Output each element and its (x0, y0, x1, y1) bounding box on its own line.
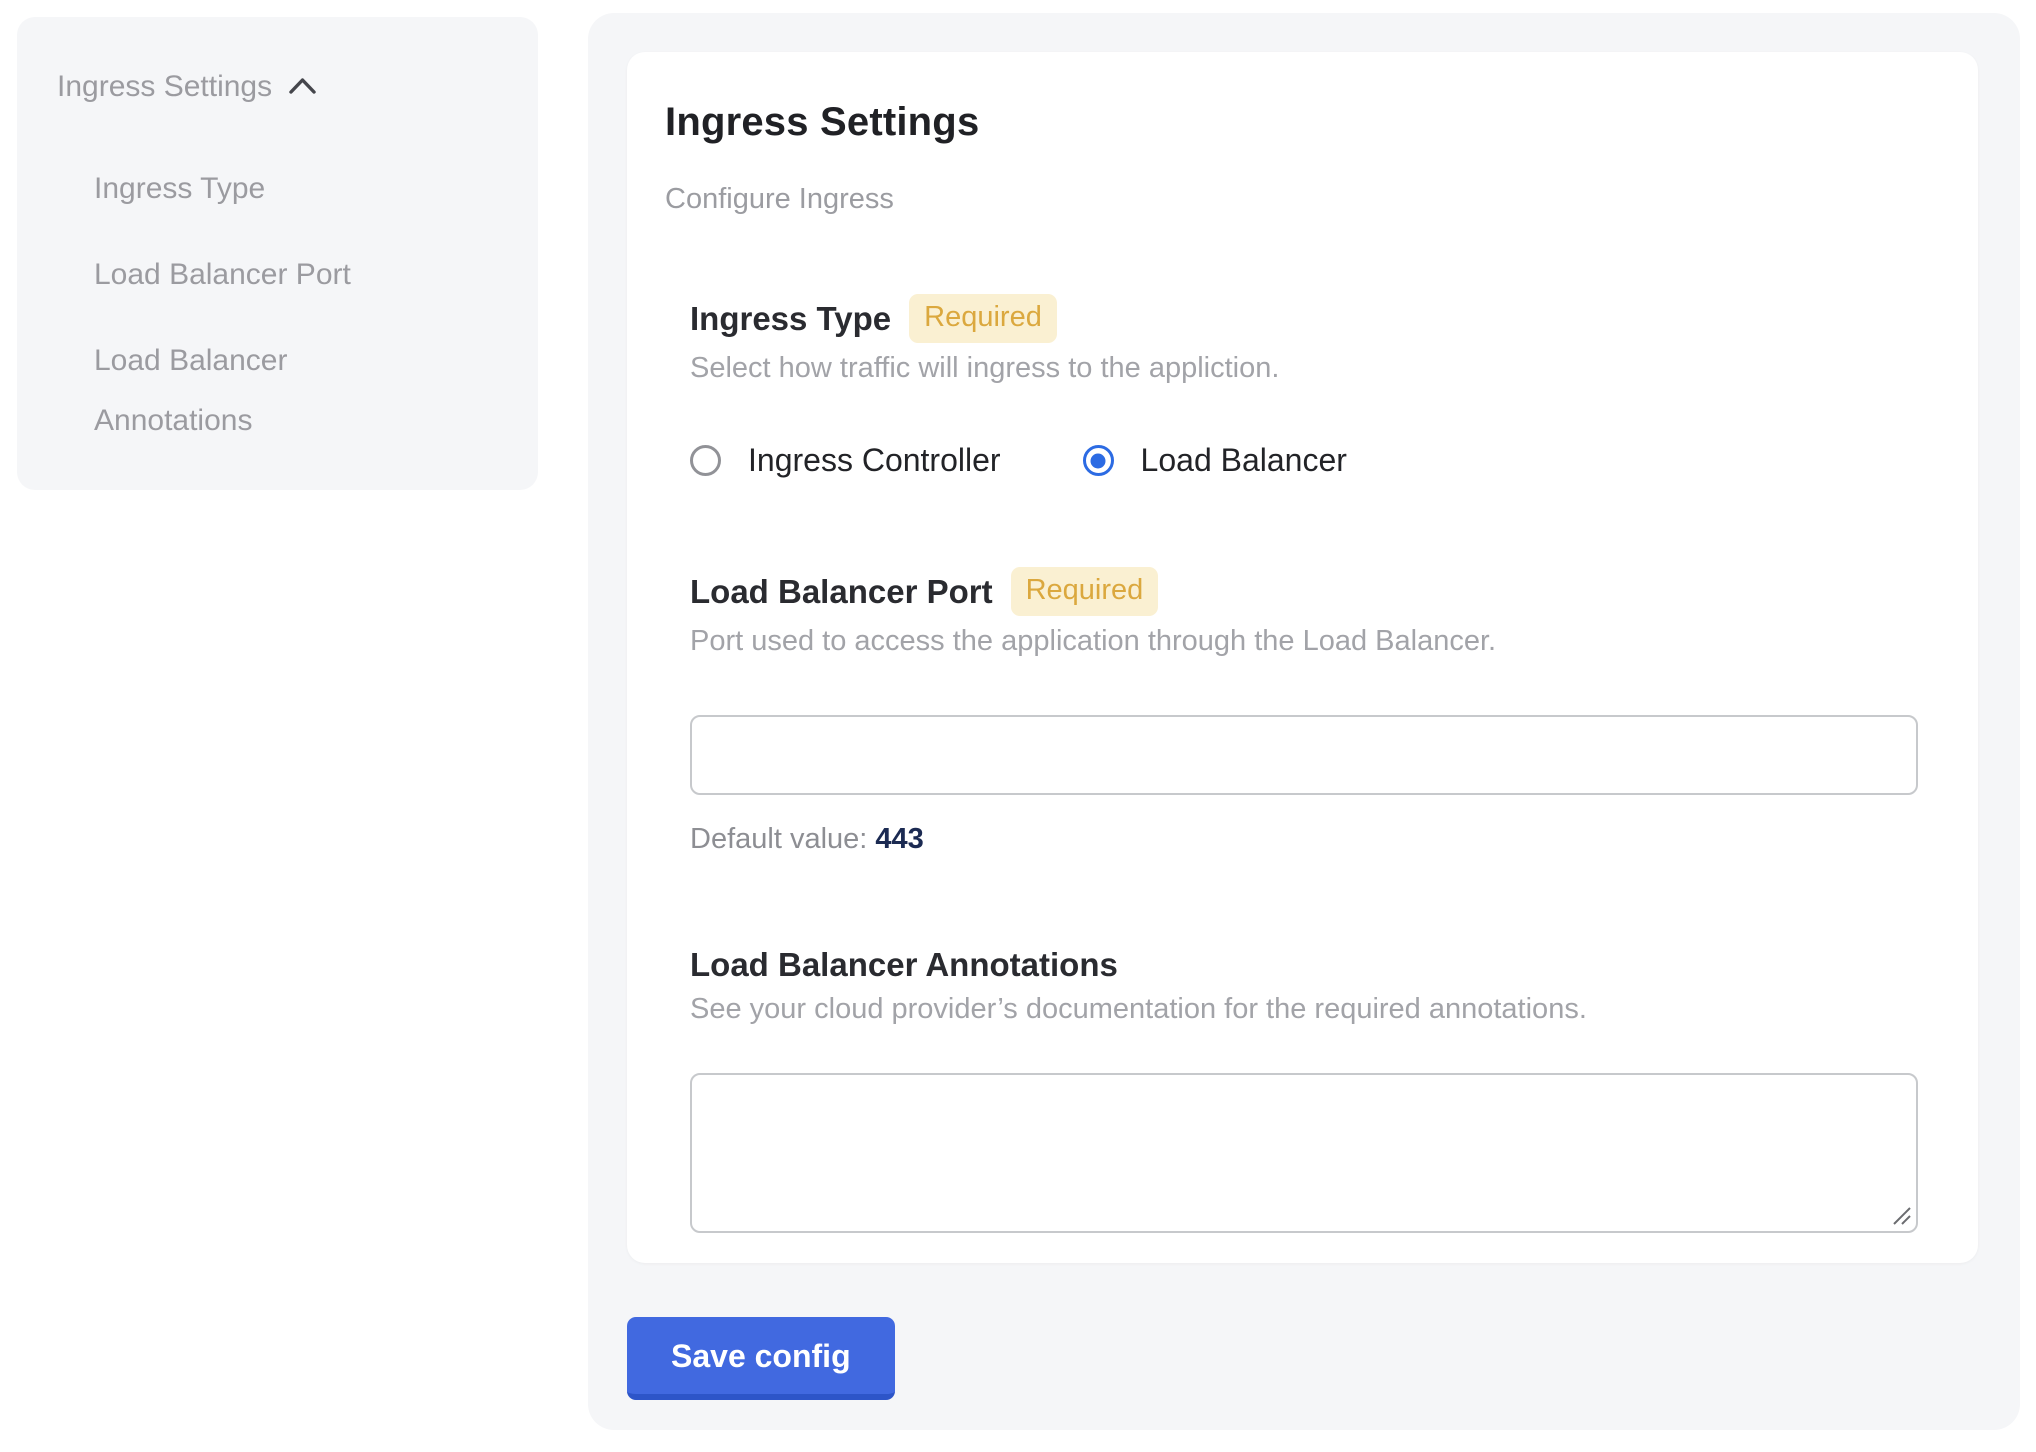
load-balancer-annotations-textarea[interactable] (690, 1073, 1918, 1233)
ingress-settings-panel: Ingress Settings Configure Ingress Ingre… (588, 13, 2020, 1430)
sidebar-section-label: Ingress Settings (57, 67, 272, 107)
section-ingress-type: Ingress Type Required Select how traffic… (690, 294, 1918, 479)
radio-ingress-controller-label: Ingress Controller (748, 442, 1001, 479)
chevron-up-icon (288, 67, 317, 107)
sidebar-item-load-balancer-port[interactable]: Load Balancer Port (94, 245, 424, 305)
ingress-type-label: Ingress Type (690, 300, 891, 338)
section-load-balancer-annotations: Load Balancer Annotations See your cloud… (690, 946, 1918, 1233)
required-badge: Required (909, 294, 1057, 343)
ingress-type-description: Select how traffic will ingress to the a… (690, 352, 1918, 385)
radio-selected-icon[interactable] (1083, 445, 1114, 476)
settings-nav-sidebar: Ingress Settings Ingress Type Load Balan… (17, 17, 538, 490)
page-subtitle: Configure Ingress (665, 183, 1918, 216)
required-badge: Required (1011, 567, 1159, 616)
sidebar-item-load-balancer-annotations[interactable]: Load Balancer Annotations (94, 331, 424, 451)
radio-unselected-icon[interactable] (690, 445, 721, 476)
sidebar-section-ingress-settings[interactable]: Ingress Settings (57, 67, 508, 107)
save-config-button[interactable]: Save config (627, 1317, 895, 1400)
load-balancer-port-description: Port used to access the application thro… (690, 625, 1918, 658)
ingress-settings-card: Ingress Settings Configure Ingress Ingre… (627, 52, 1978, 1263)
sidebar-item-ingress-type[interactable]: Ingress Type (94, 159, 424, 219)
radio-ingress-controller[interactable]: Ingress Controller (690, 442, 1001, 479)
sidebar-item-list: Ingress Type Load Balancer Port Load Bal… (94, 159, 508, 451)
page-title: Ingress Settings (665, 100, 1918, 145)
load-balancer-port-input[interactable] (690, 715, 1918, 795)
default-value-label: Default value: (690, 823, 867, 855)
ingress-type-radio-group: Ingress Controller Load Balancer (690, 442, 1918, 479)
load-balancer-annotations-description: See your cloud provider’s documentation … (690, 993, 1918, 1026)
radio-load-balancer[interactable]: Load Balancer (1083, 442, 1347, 479)
section-load-balancer-port: Load Balancer Port Required Port used to… (690, 567, 1918, 856)
default-value: 443 (875, 823, 923, 855)
radio-load-balancer-label: Load Balancer (1141, 442, 1347, 479)
load-balancer-annotations-label: Load Balancer Annotations (690, 946, 1118, 984)
default-value-line: Default value:443 (690, 823, 1918, 856)
load-balancer-port-label: Load Balancer Port (690, 573, 993, 611)
